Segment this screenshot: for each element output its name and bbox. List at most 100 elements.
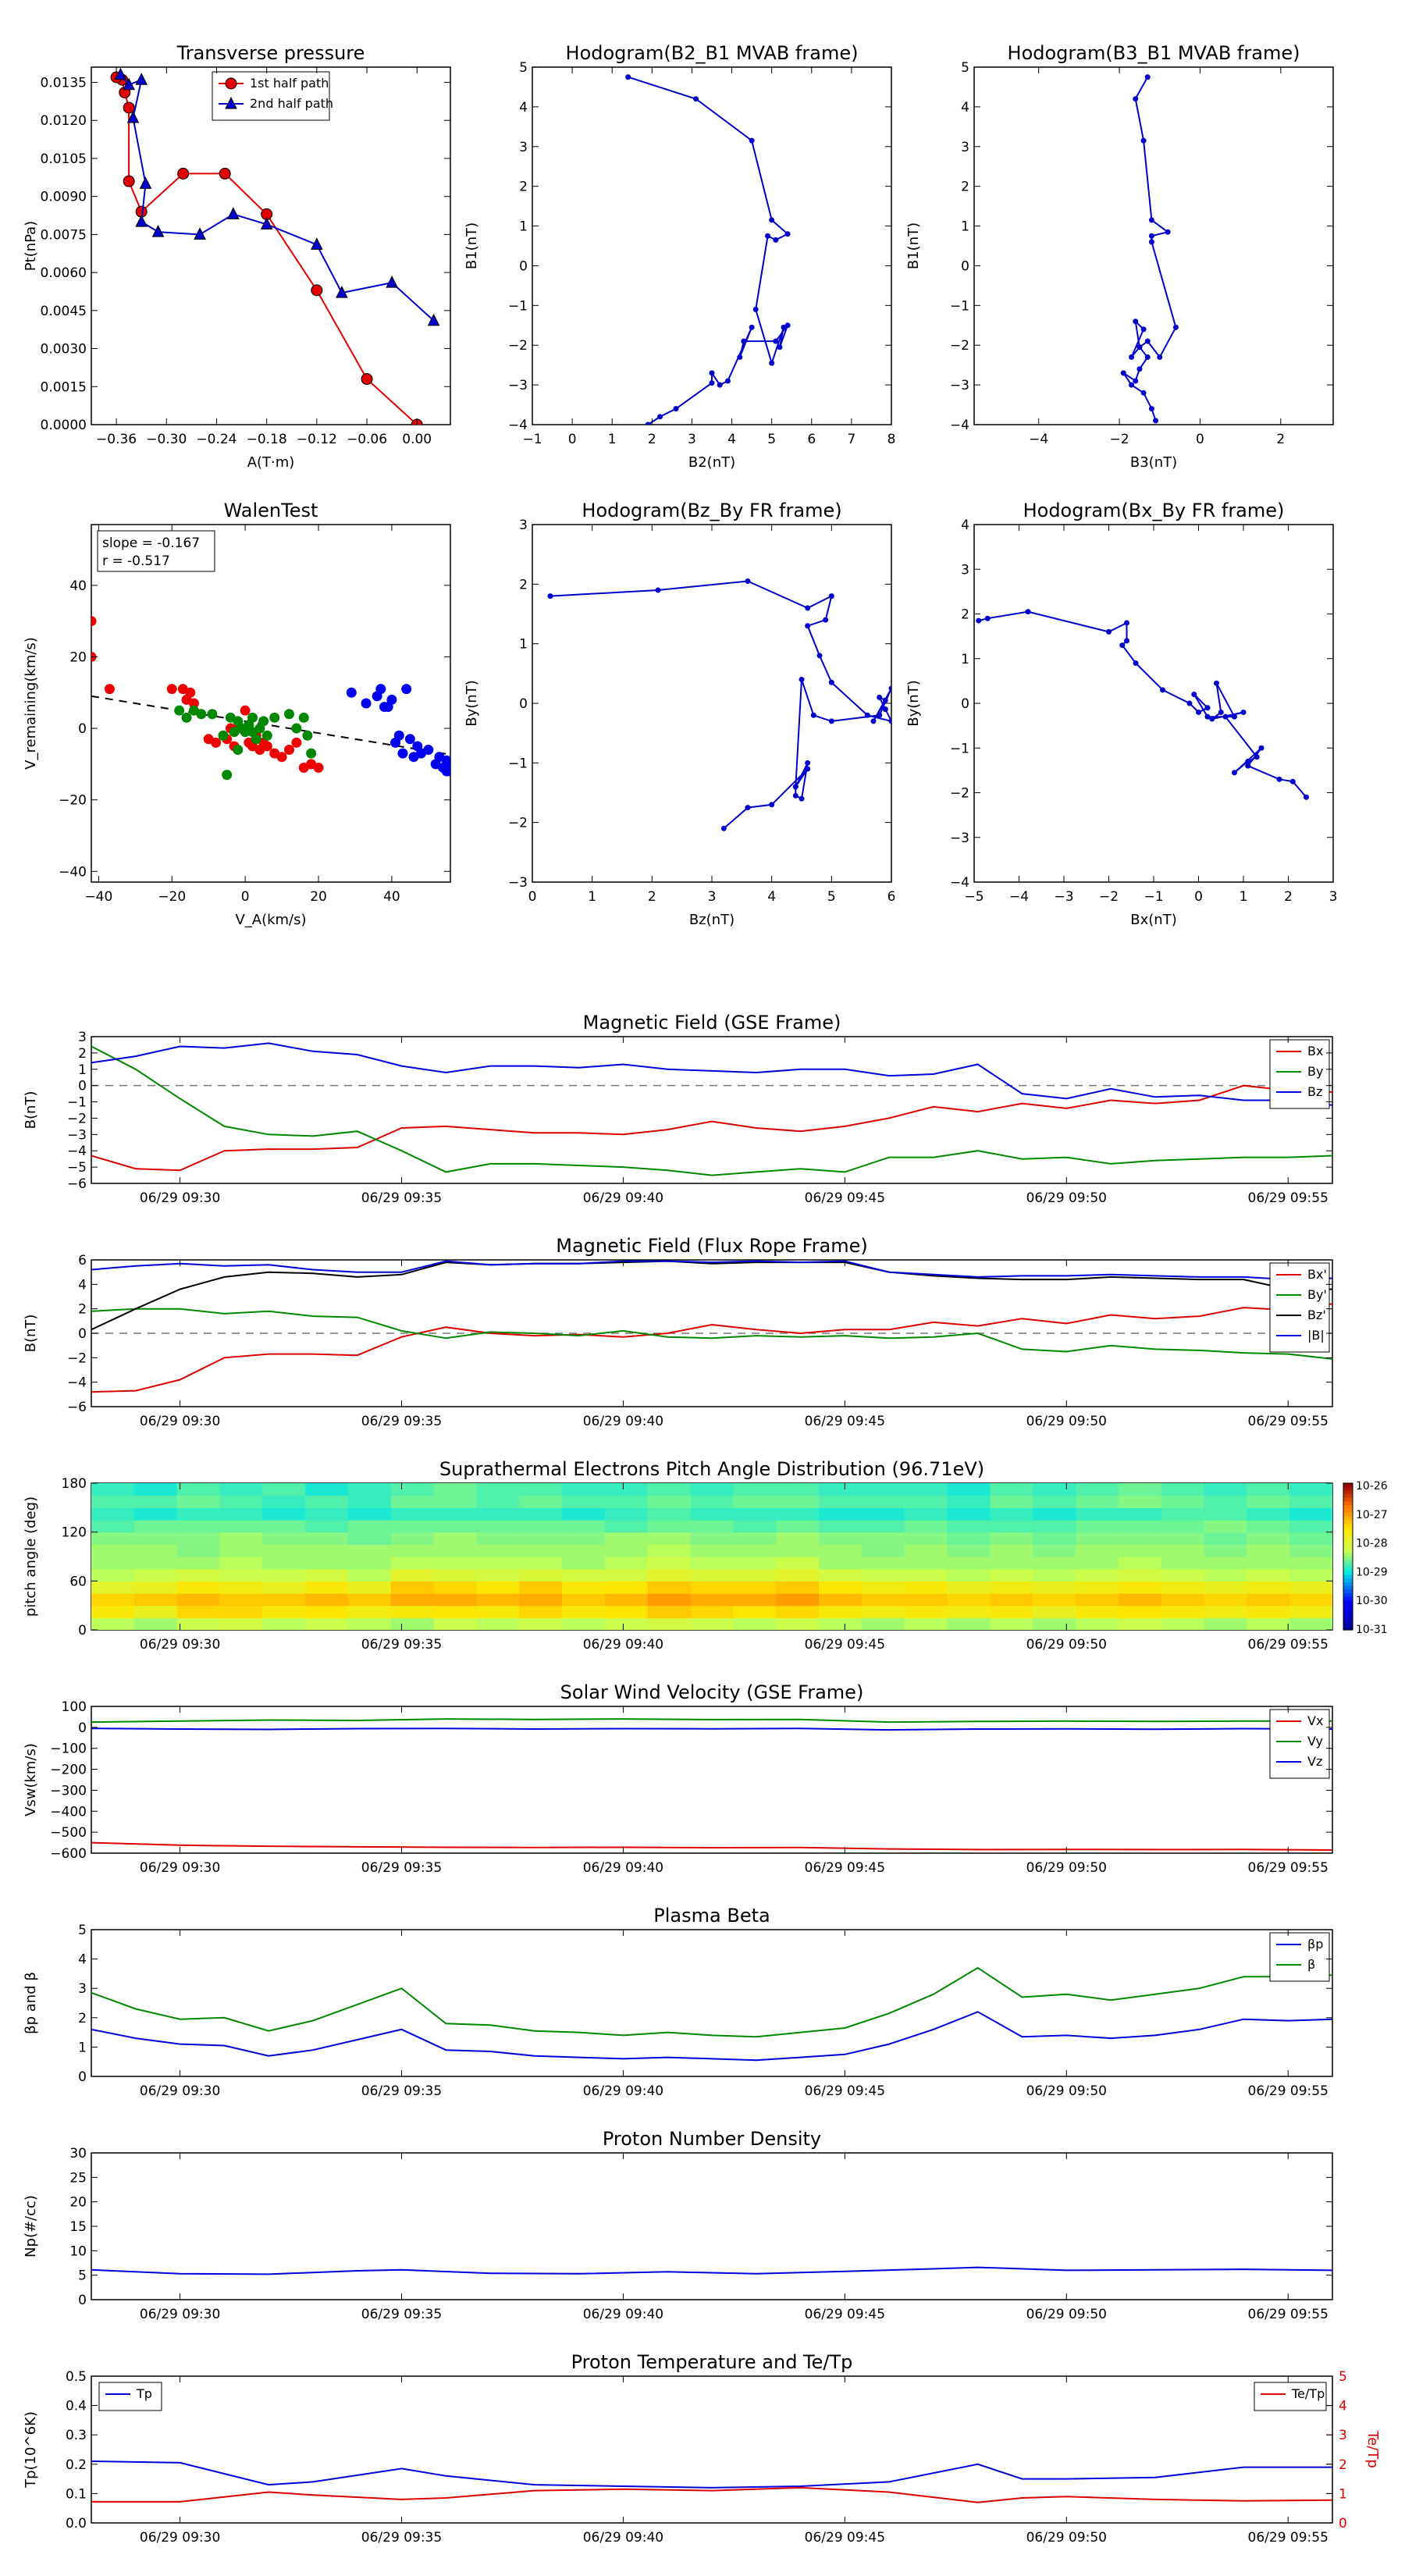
heatmap-cell [176,1581,221,1594]
data-point [888,718,891,724]
heatmap-cell [819,1605,863,1618]
heatmap-cell [1247,1507,1290,1521]
heatmap-cell [776,1557,820,1570]
heatmap-cell [262,1557,306,1570]
colorbar-segment [1343,1560,1353,1564]
heatmap-cell [604,1581,649,1594]
data-point [773,237,779,243]
data-point [291,723,302,734]
y-tick-label: −2 [950,338,969,354]
time-tick-label: 06/29 09:35 [361,1637,442,1653]
data-point [657,414,663,420]
heatmap-cell [305,1495,349,1508]
data-point [1140,326,1147,333]
y-tick-label: 10 [69,2243,87,2259]
time-tick-label: 06/29 09:45 [805,2530,885,2546]
chart-title: Transverse pressure [176,42,365,64]
heatmap-cell [176,1617,221,1630]
chart-title: Magnetic Field (GSE Frame) [583,1012,841,1034]
heatmap-cell [604,1544,649,1557]
heatmap-cell [91,1593,135,1606]
data-point [1304,794,1309,800]
heatmap-cell [1161,1483,1205,1496]
heatmap-cell [1033,1520,1076,1533]
heatmap-cell [1247,1617,1290,1630]
heatmap-cell [1204,1557,1247,1570]
data-point [283,709,294,720]
heatmap-cell [176,1605,221,1618]
heatmap-cell [262,1605,306,1618]
x-axis-label: B2(nT) [688,454,735,471]
plot-area [91,1966,1332,2062]
x-tick-label: −0.12 [297,432,337,447]
time-tick-label: 06/29 09:35 [361,1414,442,1429]
time-tick-label: 06/29 09:55 [1248,1414,1329,1429]
time-tick-label: 06/29 09:55 [1248,1860,1329,1876]
data-point [769,802,775,808]
heatmap-cell [1076,1507,1119,1521]
colorbar-segment [1343,1545,1353,1550]
y-axis-label: pitch angle (deg) [23,1496,39,1617]
heatmap-cell [1161,1568,1205,1582]
y-tick-label: −500 [50,1825,87,1841]
heatmap-cell [219,1557,263,1570]
y-tick-label: 2 [961,607,969,623]
heatmap-cell [433,1617,478,1630]
heatmap-cell [133,1520,178,1533]
heatmap-cell [776,1507,820,1521]
heatmap-cell [1204,1483,1247,1496]
y-tick-label: 120 [62,1525,87,1541]
x-tick-label: 7 [847,432,855,447]
heatmap-cell [733,1532,777,1545]
y-tick-label: −600 [50,1846,87,1862]
data-point [177,167,190,180]
series-line [91,1042,1332,1106]
heatmap-cell [347,1520,392,1533]
heatmap-cell [733,1568,777,1582]
heatmap-cell [390,1544,435,1557]
data-point [135,73,148,85]
data-point [752,306,759,312]
series-line [91,1966,1332,2038]
y-tick-label: 5 [519,60,528,76]
heatmap-cell [262,1544,306,1557]
x-tick-label: 0.00 [402,432,432,447]
legend-label: Bx [1307,1044,1323,1059]
data-point [1153,418,1159,424]
heatmap-cell [176,1568,221,1582]
heatmap-cell [776,1483,820,1496]
heatmap-cell [562,1544,606,1557]
x-tick-label: 0 [568,432,577,447]
heatmap-cell [476,1544,520,1557]
heatmap-cell [519,1483,563,1496]
series-line [91,1727,1332,1731]
heatmap-cell [904,1593,948,1606]
plot-frame [973,66,1334,425]
plot-area [91,2460,1332,2503]
plot-area [91,1718,1332,1851]
time-tick-label: 06/29 09:30 [140,1190,220,1206]
heatmap-cell [904,1617,948,1630]
heatmap-cell [819,1581,863,1594]
x-tick-label: 6 [807,432,816,447]
y-tick-label: 0 [78,2293,87,2308]
heatmap-cell [861,1507,905,1521]
heatmap-cell [990,1617,1033,1630]
heatmap-cell [1161,1593,1205,1606]
heatmap-cell [305,1507,349,1521]
data-point [219,167,231,180]
colorbar-segment [1343,1604,1353,1609]
heatmap-cell [1289,1507,1332,1521]
heatmap-cell [176,1520,221,1533]
heatmap-cell [390,1605,435,1618]
heatmap-cell [647,1617,692,1630]
legend-label: 2nd half path [250,96,333,111]
heatmap-cell [262,1532,306,1545]
x-tick-label: 6 [887,889,896,905]
heatmap-cell [861,1495,905,1508]
y-tick-label: 0 [78,1326,87,1342]
heatmap-cell [433,1520,478,1533]
colorbar-segment [1343,1486,1353,1491]
data-point [269,712,280,723]
heatmap-cell [947,1593,991,1606]
